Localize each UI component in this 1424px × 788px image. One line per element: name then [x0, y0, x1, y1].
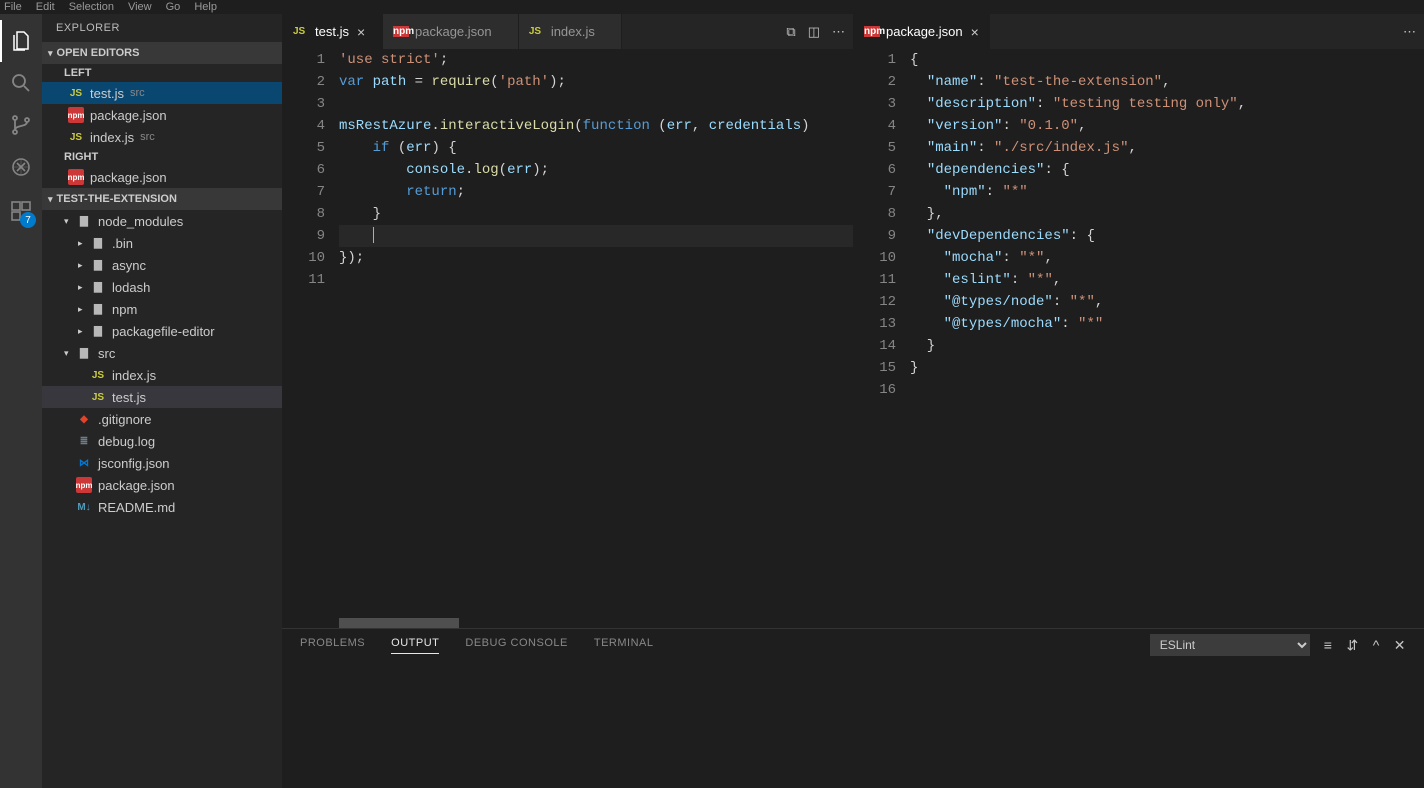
split-icon[interactable]: ◫ [808, 24, 820, 40]
more-icon[interactable]: ⋯ [1403, 24, 1416, 40]
menu-view[interactable]: View [128, 1, 152, 13]
editor-group-left: JStest.js×npmpackage.json×JSindex.js× ⧉ … [282, 14, 853, 628]
panel-tab-terminal[interactable]: TERMINAL [594, 637, 654, 654]
menu-edit[interactable]: Edit [36, 1, 55, 13]
output-channel-select[interactable]: ESLint [1150, 634, 1310, 656]
close-panel-icon[interactable]: ✕ [1394, 637, 1406, 654]
open-editor-item[interactable]: JSindex.jssrc [42, 126, 282, 148]
panel-tab-problems[interactable]: PROBLEMS [300, 637, 365, 654]
file-item[interactable]: ◆.gitignore [42, 408, 282, 430]
open-editor-item[interactable]: npmpackage.json [42, 104, 282, 126]
chevron-down-icon: ▾ [48, 194, 53, 205]
open-editor-item[interactable]: npmpackage.json [42, 166, 282, 188]
panel-tab-output[interactable]: OUTPUT [391, 637, 439, 654]
menu-selection[interactable]: Selection [69, 1, 114, 13]
folder-item[interactable]: ▸▇packagefile-editor [42, 320, 282, 342]
open-editors-right-label: RIGHT [42, 148, 282, 166]
files-icon [9, 29, 33, 53]
activity-search[interactable] [0, 62, 42, 104]
code-editor-right[interactable]: 12345678910111213141516 { "name": "test-… [854, 49, 1424, 628]
activity-bar: 7 [0, 14, 42, 788]
clear-icon[interactable]: ≡ [1324, 637, 1333, 653]
bug-icon [9, 155, 33, 179]
branch-icon [9, 113, 33, 137]
activity-debug[interactable] [0, 146, 42, 188]
folder-item[interactable]: ▸▇.bin [42, 232, 282, 254]
project-header[interactable]: ▾ TEST-THE-EXTENSION [42, 188, 282, 210]
menu-go[interactable]: Go [166, 1, 181, 13]
panel-tab-debug-console[interactable]: DEBUG CONSOLE [465, 637, 567, 654]
explorer-sidebar: EXPLORER ▾ OPEN EDITORS LEFT JStest.jssr… [42, 14, 282, 788]
panel-body [282, 661, 1424, 788]
folder-item[interactable]: ▾▇node_modules [42, 210, 282, 232]
file-item[interactable]: ⋈jsconfig.json [42, 452, 282, 474]
lock-scroll-icon[interactable]: ⇵ [1346, 637, 1358, 654]
maximize-icon[interactable]: ^ [1373, 637, 1380, 653]
more-icon[interactable]: ⋯ [832, 24, 845, 40]
tabbar-left: JStest.js×npmpackage.json×JSindex.js× ⧉ … [283, 14, 853, 49]
file-item[interactable]: JStest.js [42, 386, 282, 408]
folder-item[interactable]: ▸▇lodash [42, 276, 282, 298]
open-editors-header[interactable]: ▾ OPEN EDITORS [42, 42, 282, 64]
tabbar-right: npmpackage.json× ⋯ [854, 14, 1424, 49]
search-icon [9, 71, 33, 95]
panel-tabs: PROBLEMS OUTPUT DEBUG CONSOLE TERMINAL ESLi… [282, 629, 1424, 661]
editor-actions-right: ⋯ [1383, 14, 1424, 49]
file-item[interactable]: npmpackage.json [42, 474, 282, 496]
horizontal-scrollbar[interactable] [339, 618, 853, 628]
close-tab-icon[interactable]: × [971, 24, 979, 40]
folder-item[interactable]: ▸▇npm [42, 298, 282, 320]
editor-group-right: npmpackage.json× ⋯ 123456789101112131415… [853, 14, 1424, 628]
editor-tab[interactable]: npmpackage.json× [383, 14, 519, 49]
chevron-down-icon: ▾ [48, 48, 53, 59]
file-item[interactable]: ≣debug.log [42, 430, 282, 452]
sidebar-title: EXPLORER [42, 14, 282, 42]
close-tab-icon[interactable]: × [357, 24, 365, 40]
activity-extensions[interactable]: 7 [0, 190, 42, 232]
project-label: TEST-THE-EXTENSION [57, 193, 177, 205]
menubar[interactable]: File Edit Selection View Go Help [0, 0, 1424, 14]
editor-actions-left: ⧉ ◫ ⋯ [766, 14, 853, 49]
file-item[interactable]: M↓README.md [42, 496, 282, 518]
open-editors-left-label: LEFT [42, 64, 282, 82]
folder-item[interactable]: ▸▇async [42, 254, 282, 276]
activity-explorer[interactable] [0, 20, 42, 62]
code-editor-left[interactable]: 1234567891011 'use strict';var path = re… [283, 49, 853, 628]
activity-scm[interactable] [0, 104, 42, 146]
open-editor-item[interactable]: JStest.jssrc [42, 82, 282, 104]
folder-item[interactable]: ▾▇src [42, 342, 282, 364]
editor-tab[interactable]: JSindex.js× [519, 14, 622, 49]
compare-icon[interactable]: ⧉ [786, 24, 795, 40]
editor-tab[interactable]: JStest.js× [283, 14, 383, 49]
file-item[interactable]: JSindex.js [42, 364, 282, 386]
open-editors-label: OPEN EDITORS [57, 47, 140, 59]
menu-help[interactable]: Help [194, 1, 217, 13]
bottom-panel: PROBLEMS OUTPUT DEBUG CONSOLE TERMINAL ESLi… [282, 628, 1424, 788]
menu-file[interactable]: File [4, 1, 22, 13]
extensions-badge: 7 [20, 212, 36, 228]
editor-tab[interactable]: npmpackage.json× [854, 14, 990, 49]
editor-area: JStest.js×npmpackage.json×JSindex.js× ⧉ … [282, 14, 1424, 788]
